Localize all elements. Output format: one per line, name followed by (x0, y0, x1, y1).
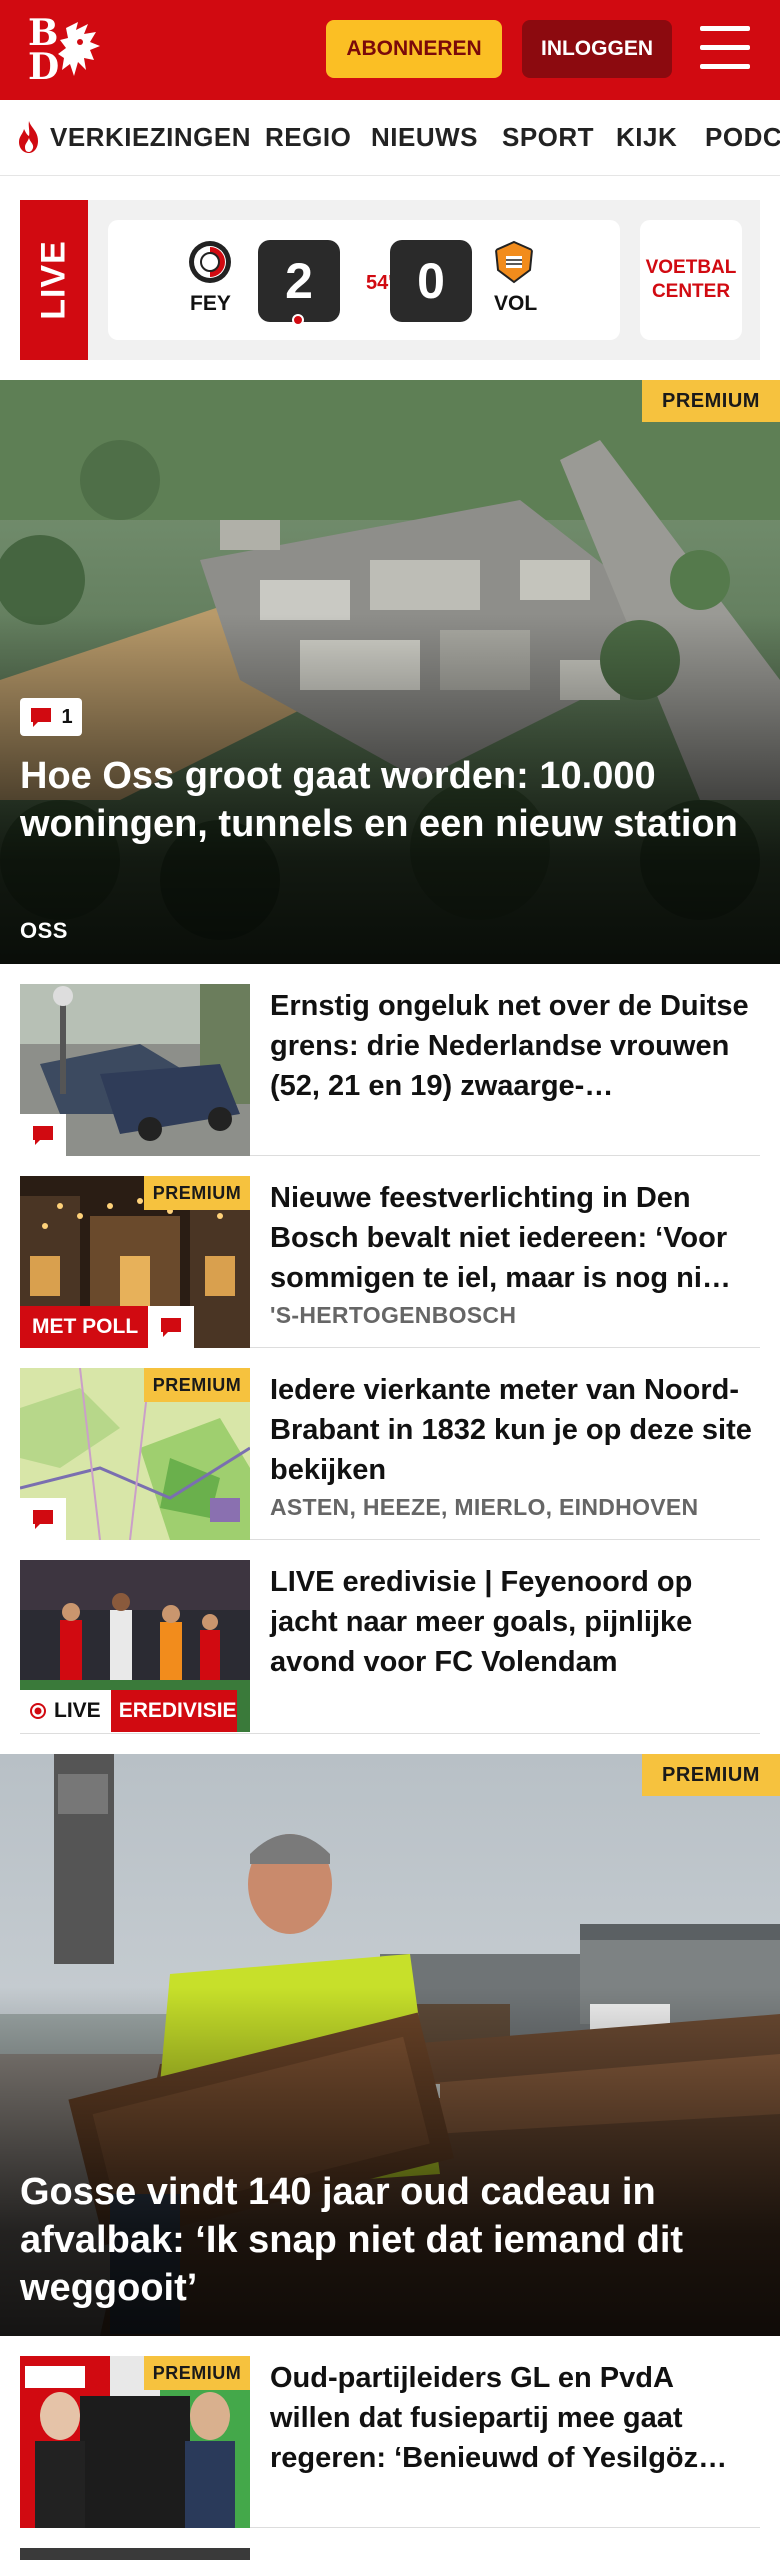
live-label: LIVE (34, 240, 73, 320)
thumbnail-den-bosch-lights: PREMIUM MET POLL (20, 1176, 250, 1348)
subscribe-button[interactable]: ABONNEREN (326, 20, 502, 78)
away-score: 0 (390, 240, 472, 322)
poll-badge: MET POLL (20, 1306, 151, 1348)
live-text: LIVE (54, 1699, 101, 1722)
home-team-code: FEY (190, 292, 231, 315)
voetbal-center-line2: CENTER (651, 281, 731, 302)
menu-icon[interactable] (700, 26, 750, 70)
article-location: ASTEN, HEEZE, MIERLO, EINDHOVEN (270, 1494, 699, 1520)
thumbnail-map-1832: PREMIUM (20, 1368, 250, 1540)
nav-item-regio[interactable]: REGIO (265, 122, 351, 153)
volendam-logo-icon (494, 240, 534, 284)
section-nav: VERKIEZINGEN REGIO NIEUWS SPORT KIJK POD… (0, 100, 780, 176)
live-tab: LIVE (20, 200, 88, 360)
nav-item-kijk[interactable]: KIJK (616, 122, 677, 153)
list-item[interactable]: Ernstig ongeluk net over de Duitse grens… (20, 964, 760, 1156)
article-title[interactable]: Ernstig ongeluk net over de Duitse grens… (270, 986, 760, 1106)
logo-letter-d: D (28, 46, 60, 88)
comment-count-badge[interactable]: 1 (20, 698, 82, 736)
comment-icon (31, 708, 52, 727)
premium-badge: PREMIUM (144, 1176, 250, 1210)
home-score: 2 (258, 240, 340, 322)
live-score-widget[interactable]: LIVE FEY 2 54' 0 VOL VOETBAL CENTER (20, 200, 760, 360)
premium-badge: PREMIUM (144, 2356, 250, 2390)
article-title[interactable]: LIVE eredivisie | Feyenoord op jacht naa… (270, 1562, 760, 1682)
voetbal-center-link[interactable]: VOETBAL CENTER (640, 220, 742, 340)
list-item[interactable]: PREMIUM Oud-partijleiders GL en PvdA wil… (20, 2336, 760, 2528)
hero-title[interactable]: Gosse vindt 140 jaar oud cadeau in afval… (20, 2168, 760, 2312)
list-item[interactable]: LIVE EREDIVISIE LIVE eredivisie | Feyeno… (20, 1540, 760, 1734)
list-item[interactable]: PREMIUM Iedere vierkante meter van Noord… (20, 1348, 760, 1540)
nav-item-verkiezingen[interactable]: VERKIEZINGEN (50, 122, 251, 153)
comment-count: 1 (61, 705, 73, 728)
hero-article-oss[interactable]: PREMIUM 1 Hoe Oss groot gaat worden: 10.… (0, 380, 780, 964)
match-card[interactable]: FEY 2 54' 0 VOL (108, 220, 620, 340)
next-item-thumbnail-peek (20, 2548, 250, 2560)
list-item[interactable]: PREMIUM MET POLL Nieuwe feestverlichting… (20, 1156, 760, 1348)
article-title[interactable]: Iedere vierkante meter van Noord-Brabant… (270, 1370, 760, 1490)
nav-item-podcast[interactable]: PODCAST (705, 122, 780, 153)
login-button[interactable]: INLOGGEN (522, 20, 672, 78)
nav-item-sport[interactable]: SPORT (502, 122, 594, 153)
comment-icon (161, 1318, 181, 1337)
flame-icon (19, 121, 38, 153)
thumbnail-car-crash (20, 984, 250, 1156)
category-badge: EREDIVISIE (110, 1690, 237, 1732)
voetbal-center-line1: VOETBAL (645, 257, 737, 278)
comment-indicator (148, 1306, 194, 1348)
away-team-code: VOL (494, 292, 538, 315)
comment-indicator (20, 1114, 66, 1156)
hero-title[interactable]: Hoe Oss groot gaat worden: 10.000 woning… (20, 752, 740, 848)
live-badge: LIVE EREDIVISIE (20, 1690, 237, 1732)
thumbnail-gl-pvda: PREMIUM (20, 2356, 250, 2528)
top-bar: B D ABONNEREN INLOGGEN (0, 0, 780, 100)
nav-item-nieuws[interactable]: NIEUWS (371, 122, 478, 153)
feyenoord-logo-icon (189, 241, 231, 283)
article-location: 'S-HERTOGENBOSCH (270, 1302, 517, 1328)
logo[interactable]: B D (26, 14, 116, 86)
article-title[interactable]: Oud-partijleiders GL en PvdA willen dat … (270, 2358, 760, 2478)
premium-badge: PREMIUM (642, 380, 780, 422)
premium-badge: PREMIUM (144, 1368, 250, 1402)
article-title[interactable]: Nieuwe feestverlichting in Den Bosch bev… (270, 1178, 760, 1298)
dragon-icon (58, 22, 100, 76)
premium-badge: PREMIUM (642, 1754, 780, 1796)
comment-icon (33, 1510, 53, 1529)
comment-indicator (20, 1498, 66, 1540)
live-indicator-dot (292, 314, 304, 326)
hero-article-gosse[interactable]: PREMIUM Gosse vindt 140 jaar oud cadeau … (0, 1754, 780, 2336)
hero-location: OSS (20, 918, 68, 943)
live-dot-icon (30, 1703, 46, 1719)
comment-icon (33, 1126, 53, 1145)
match-minute: 54' (366, 272, 394, 294)
thumbnail-feyenoord-match: LIVE EREDIVISIE (20, 1560, 250, 1732)
